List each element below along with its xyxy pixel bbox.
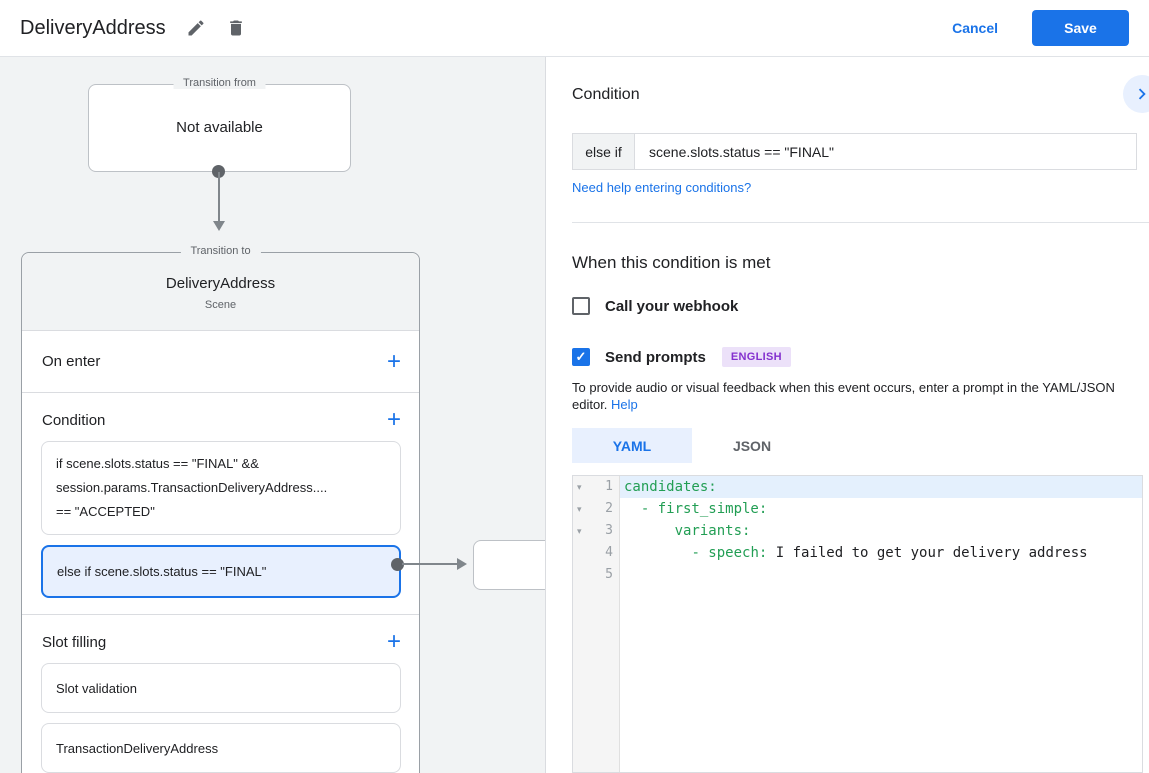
condition-expression-input[interactable] — [635, 134, 1136, 169]
scene-card-header: DeliveryAddress Scene — [22, 253, 419, 331]
slot-filling-section: Slot filling + Slot validation Transacti… — [22, 615, 419, 773]
condition-expression-row: else if — [572, 133, 1137, 170]
save-button[interactable]: Save — [1032, 10, 1129, 46]
code-line[interactable]: 4 - speech: I failed to get your deliver… — [573, 542, 1142, 564]
condition-heading: Condition — [572, 86, 640, 103]
line-number: 1 — [605, 479, 613, 494]
webhook-label: Call your webhook — [605, 297, 739, 315]
code-line[interactable]: ▾ 3 variants: — [573, 520, 1142, 542]
condition-detail-panel: Condition else if Need help entering con… — [547, 57, 1149, 773]
line-number: 3 — [605, 523, 613, 538]
condition-section-label: Condition — [42, 411, 106, 429]
arrow-down-icon — [213, 221, 225, 231]
add-slot-button[interactable]: + — [387, 630, 401, 654]
on-enter-row[interactable]: On enter + — [22, 331, 419, 393]
chevron-right-icon — [1138, 88, 1146, 100]
editor-format-tabs: YAML JSON — [572, 428, 812, 463]
code-line[interactable]: ▾ 2 - first_simple: — [573, 498, 1142, 520]
fold-toggle-icon[interactable]: ▾ — [577, 498, 587, 520]
page-title: DeliveryAddress — [20, 16, 166, 39]
condition-chip-selected[interactable]: else if scene.slots.status == "FINAL" — [41, 545, 401, 598]
yaml-editor[interactable]: ▾ 1 candidates: ▾ 2 - first_simple: ▾ 3 var… — [572, 475, 1143, 773]
help-link[interactable]: Help — [611, 397, 638, 412]
topbar: DeliveryAddress Cancel Save — [0, 0, 1149, 57]
connector-line-horizontal — [402, 563, 458, 565]
arrow-right-icon — [457, 558, 467, 570]
trash-icon — [229, 20, 242, 36]
else-if-prefix: else if — [573, 134, 635, 169]
language-badge: ENGLISH — [721, 347, 791, 367]
scene-diagram-canvas: Transition from Not available Transition… — [0, 57, 546, 773]
prompts-description: To provide audio or visual feedback when… — [572, 379, 1134, 413]
code-line[interactable]: ▾ 1 candidates: — [573, 476, 1142, 498]
transition-from-label: Transition from — [173, 77, 266, 89]
send-prompts-label: Send prompts — [605, 348, 706, 366]
delete-icon[interactable] — [226, 18, 246, 38]
condition-chip[interactable]: if scene.slots.status == "FINAL" && sess… — [41, 441, 401, 535]
webhook-row: Call your webhook — [572, 297, 738, 315]
scene-card: Transition to DeliveryAddress Scene On e… — [21, 245, 420, 773]
add-on-enter-button[interactable]: + — [387, 349, 401, 373]
fold-toggle-icon[interactable]: ▾ — [577, 476, 587, 498]
conditions-help-link[interactable]: Need help entering conditions? — [572, 180, 751, 195]
panel-divider — [572, 222, 1149, 223]
tab-json[interactable]: JSON — [692, 428, 812, 463]
edit-icon[interactable] — [186, 18, 206, 38]
scene-title: DeliveryAddress — [165, 275, 276, 292]
fold-toggle-icon[interactable]: ▾ — [577, 520, 587, 542]
on-enter-label: On enter — [42, 353, 101, 370]
send-prompts-row: ✓ Send prompts ENGLISH — [572, 347, 791, 367]
code-line[interactable]: 5 — [573, 564, 1142, 586]
connector-line-vertical — [218, 172, 220, 222]
line-number: 2 — [605, 501, 613, 516]
transition-from-content: Not available — [176, 119, 263, 136]
line-number: 4 — [605, 545, 613, 560]
webhook-checkbox[interactable] — [572, 297, 590, 315]
transition-from-box: Transition from Not available — [88, 77, 351, 172]
add-condition-button[interactable]: + — [387, 408, 401, 432]
prompts-description-text: To provide audio or visual feedback when… — [572, 380, 1115, 412]
when-condition-heading: When this condition is met — [572, 253, 771, 272]
send-prompts-checkbox[interactable]: ✓ — [572, 348, 590, 366]
line-number: 5 — [605, 567, 613, 582]
collapse-panel-button[interactable] — [1123, 75, 1149, 113]
condition-section: Condition + if scene.slots.status == "FI… — [22, 393, 419, 615]
slot-chip[interactable]: Slot validation — [41, 663, 401, 713]
pencil-icon — [188, 20, 204, 36]
scene-subtitle: Scene — [204, 299, 237, 311]
tab-yaml[interactable]: YAML — [572, 428, 692, 463]
slot-filling-label: Slot filling — [42, 633, 107, 651]
transition-to-label: Transition to — [180, 245, 261, 257]
slot-chip[interactable]: TransactionDeliveryAddress — [41, 723, 401, 773]
cancel-button[interactable]: Cancel — [952, 20, 998, 36]
transition-target-box — [473, 540, 545, 590]
